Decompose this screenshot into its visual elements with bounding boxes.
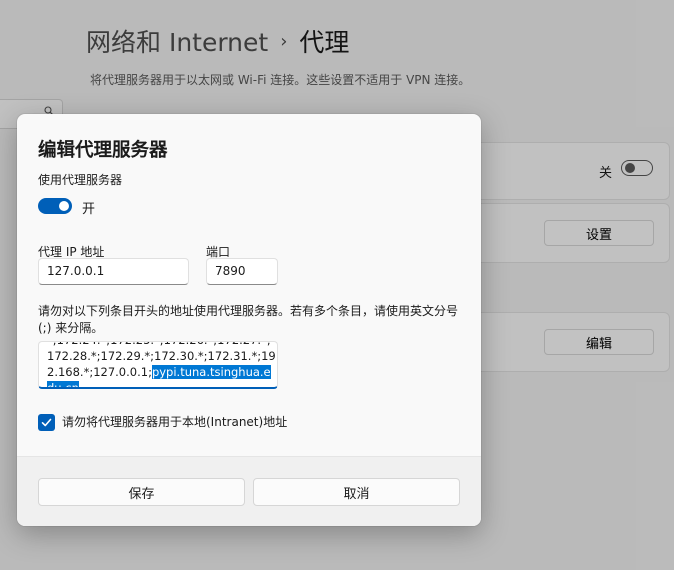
edit-proxy-dialog: 编辑代理服务器 使用代理服务器 开 代理 IP 地址 端口 127.0.0.1 … bbox=[17, 114, 481, 526]
bypass-local-label: 请勿将代理服务器用于本地(Intranet)地址 bbox=[62, 415, 288, 429]
toggle-knob bbox=[59, 201, 69, 211]
dialog-title: 编辑代理服务器 bbox=[38, 140, 168, 161]
checkmark-icon bbox=[41, 418, 52, 427]
save-button[interactable]: 保存 bbox=[38, 478, 245, 506]
use-proxy-toggle[interactable] bbox=[38, 198, 72, 214]
bypass-local-checkbox[interactable] bbox=[38, 414, 55, 431]
use-proxy-state: 开 bbox=[82, 202, 96, 217]
exceptions-text: *;172.24.*;172.25.*;172.26.*;172.27.*;17… bbox=[47, 342, 277, 387]
cancel-button[interactable]: 取消 bbox=[253, 478, 460, 506]
exceptions-description: 请勿对以下列条目开头的地址使用代理服务器。若有多个条目，请使用英文分号 (;) … bbox=[38, 304, 459, 335]
exceptions-textarea[interactable]: *;172.24.*;172.25.*;172.26.*;172.27.*;17… bbox=[38, 341, 278, 389]
dialog-footer: 保存 取消 bbox=[17, 456, 481, 526]
port-input[interactable]: 7890 bbox=[206, 258, 278, 285]
use-proxy-label: 使用代理服务器 bbox=[38, 173, 123, 187]
proxy-ip-input[interactable]: 127.0.0.1 bbox=[38, 258, 189, 285]
